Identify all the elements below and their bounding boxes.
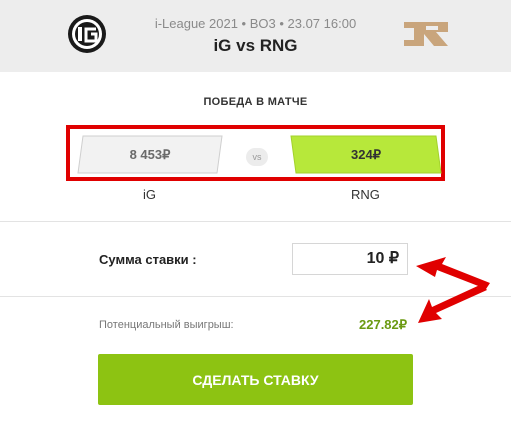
annotation-arrow-upper: [416, 257, 490, 289]
annotation-arrows: [416, 257, 490, 323]
annotation-arrow-lower: [418, 284, 487, 323]
